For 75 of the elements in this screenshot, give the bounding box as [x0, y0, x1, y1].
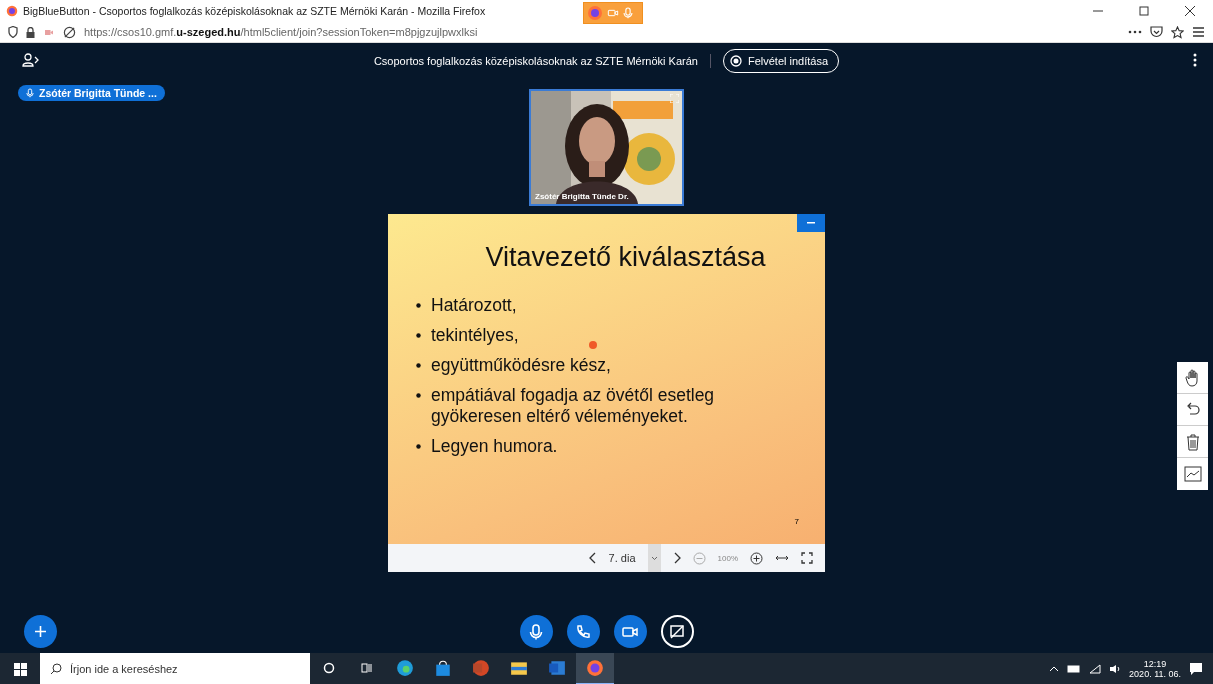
autoplay-blocked-icon[interactable] — [63, 25, 76, 39]
shield-icon[interactable] — [8, 26, 18, 38]
phone-button[interactable] — [566, 615, 600, 648]
explorer-icon — [510, 659, 528, 677]
clock-time[interactable]: 12:19 — [1143, 659, 1167, 669]
battery-icon[interactable] — [1067, 665, 1082, 673]
window-title: BigBlueButton - Csoportos foglalkozás középiskolásoknak az SZTE Mérnöki Karán - Mozilla Firefox — [23, 5, 486, 17]
pointer-icon — [589, 341, 597, 349]
chevron-down-icon — [650, 555, 658, 561]
microphone-icon — [623, 7, 633, 19]
zoom-level: 100% — [717, 553, 738, 563]
slide-selector[interactable]: 7. dia — [608, 552, 636, 564]
pocket-icon[interactable] — [1150, 25, 1163, 38]
slide-title: Vitavezető kiválasztása — [484, 242, 767, 273]
slide-bullet: Legyen humora. — [431, 436, 558, 457]
actions-button[interactable] — [24, 615, 57, 648]
video-caption: Zsótér Brigitta Tünde Dr. — [535, 192, 629, 201]
record-icon — [729, 55, 742, 67]
screen-icon — [668, 622, 686, 641]
options-icon[interactable] — [1193, 53, 1197, 67]
fullscreen-icon[interactable] — [801, 552, 813, 564]
search-field[interactable]: Írjon ide a kereséshez — [40, 653, 310, 684]
firefox-icon — [587, 5, 603, 21]
microphone-icon — [26, 88, 34, 98]
start-icon[interactable] — [13, 662, 27, 676]
notifications-icon[interactable] — [1189, 662, 1203, 676]
lock-icon[interactable] — [26, 26, 35, 38]
meeting-title: Csoportos foglalkozás középiskolásoknak az SZTE Mérnöki Karán — [373, 55, 698, 67]
slide-bullet: empátiával fogadja az övétől esetleg gyökeresen eltérő véleményeket. — [431, 385, 716, 427]
volume-icon[interactable] — [1109, 664, 1122, 674]
menu-icon[interactable] — [1192, 25, 1205, 38]
task-view-icon[interactable] — [361, 662, 373, 674]
hand-tool-button[interactable] — [1177, 362, 1208, 394]
previous-slide-icon[interactable] — [588, 552, 597, 564]
cortana-icon[interactable] — [323, 662, 335, 674]
talking-indicator[interactable]: Zsótér Brigitta Tünde ... — [18, 85, 165, 101]
bullet-icon — [416, 393, 421, 398]
mic-button[interactable] — [519, 615, 553, 648]
bullet-icon — [416, 363, 421, 368]
search-placeholder: Írjon ide a kereséshez — [70, 663, 178, 675]
clock-date[interactable]: 2020. 11. 06. — [1129, 669, 1181, 679]
bullet-icon — [416, 333, 421, 338]
store-icon — [434, 659, 452, 677]
chart-icon — [1183, 466, 1202, 482]
chevron-up-icon[interactable] — [1049, 666, 1060, 672]
url-field[interactable]: https://csos10.gmf.u-szeged.hu/html5client/join?sessionToken=m8pjgzujlpwxlksi — [84, 26, 478, 38]
minimize-icon — [807, 222, 815, 224]
powerpoint-icon — [472, 659, 490, 677]
firefox-taskbar-button[interactable] — [576, 653, 614, 684]
slide-number: 7 — [794, 517, 799, 526]
users-icon[interactable] — [22, 53, 39, 67]
screen-button[interactable] — [660, 615, 694, 648]
word-icon — [548, 659, 566, 677]
firefox-icon — [6, 5, 18, 17]
next-slide-icon[interactable] — [672, 552, 681, 564]
fit-width-icon[interactable] — [775, 554, 789, 562]
edge-icon — [396, 659, 414, 677]
star-icon[interactable] — [1171, 25, 1184, 39]
bullet-icon — [416, 444, 421, 449]
firefox-icon — [586, 659, 604, 677]
slide-bullet: tekintélyes, — [431, 325, 519, 346]
slide-bullet: együttműködésre kész, — [431, 355, 611, 376]
wifi-icon[interactable] — [1089, 664, 1102, 674]
phone-icon — [574, 622, 592, 641]
plus-icon — [34, 625, 47, 638]
zoom-in-icon[interactable] — [750, 551, 763, 565]
trash-icon — [1185, 432, 1200, 451]
camera-icon — [607, 8, 619, 18]
sharing-indicator[interactable] — [583, 2, 643, 24]
camera-button[interactable] — [613, 615, 647, 648]
search-icon — [50, 663, 62, 675]
mic-icon — [527, 622, 545, 641]
slide-bullet: Határozott, — [431, 295, 517, 316]
hand-icon — [1184, 368, 1201, 387]
bullet-icon — [416, 303, 421, 308]
